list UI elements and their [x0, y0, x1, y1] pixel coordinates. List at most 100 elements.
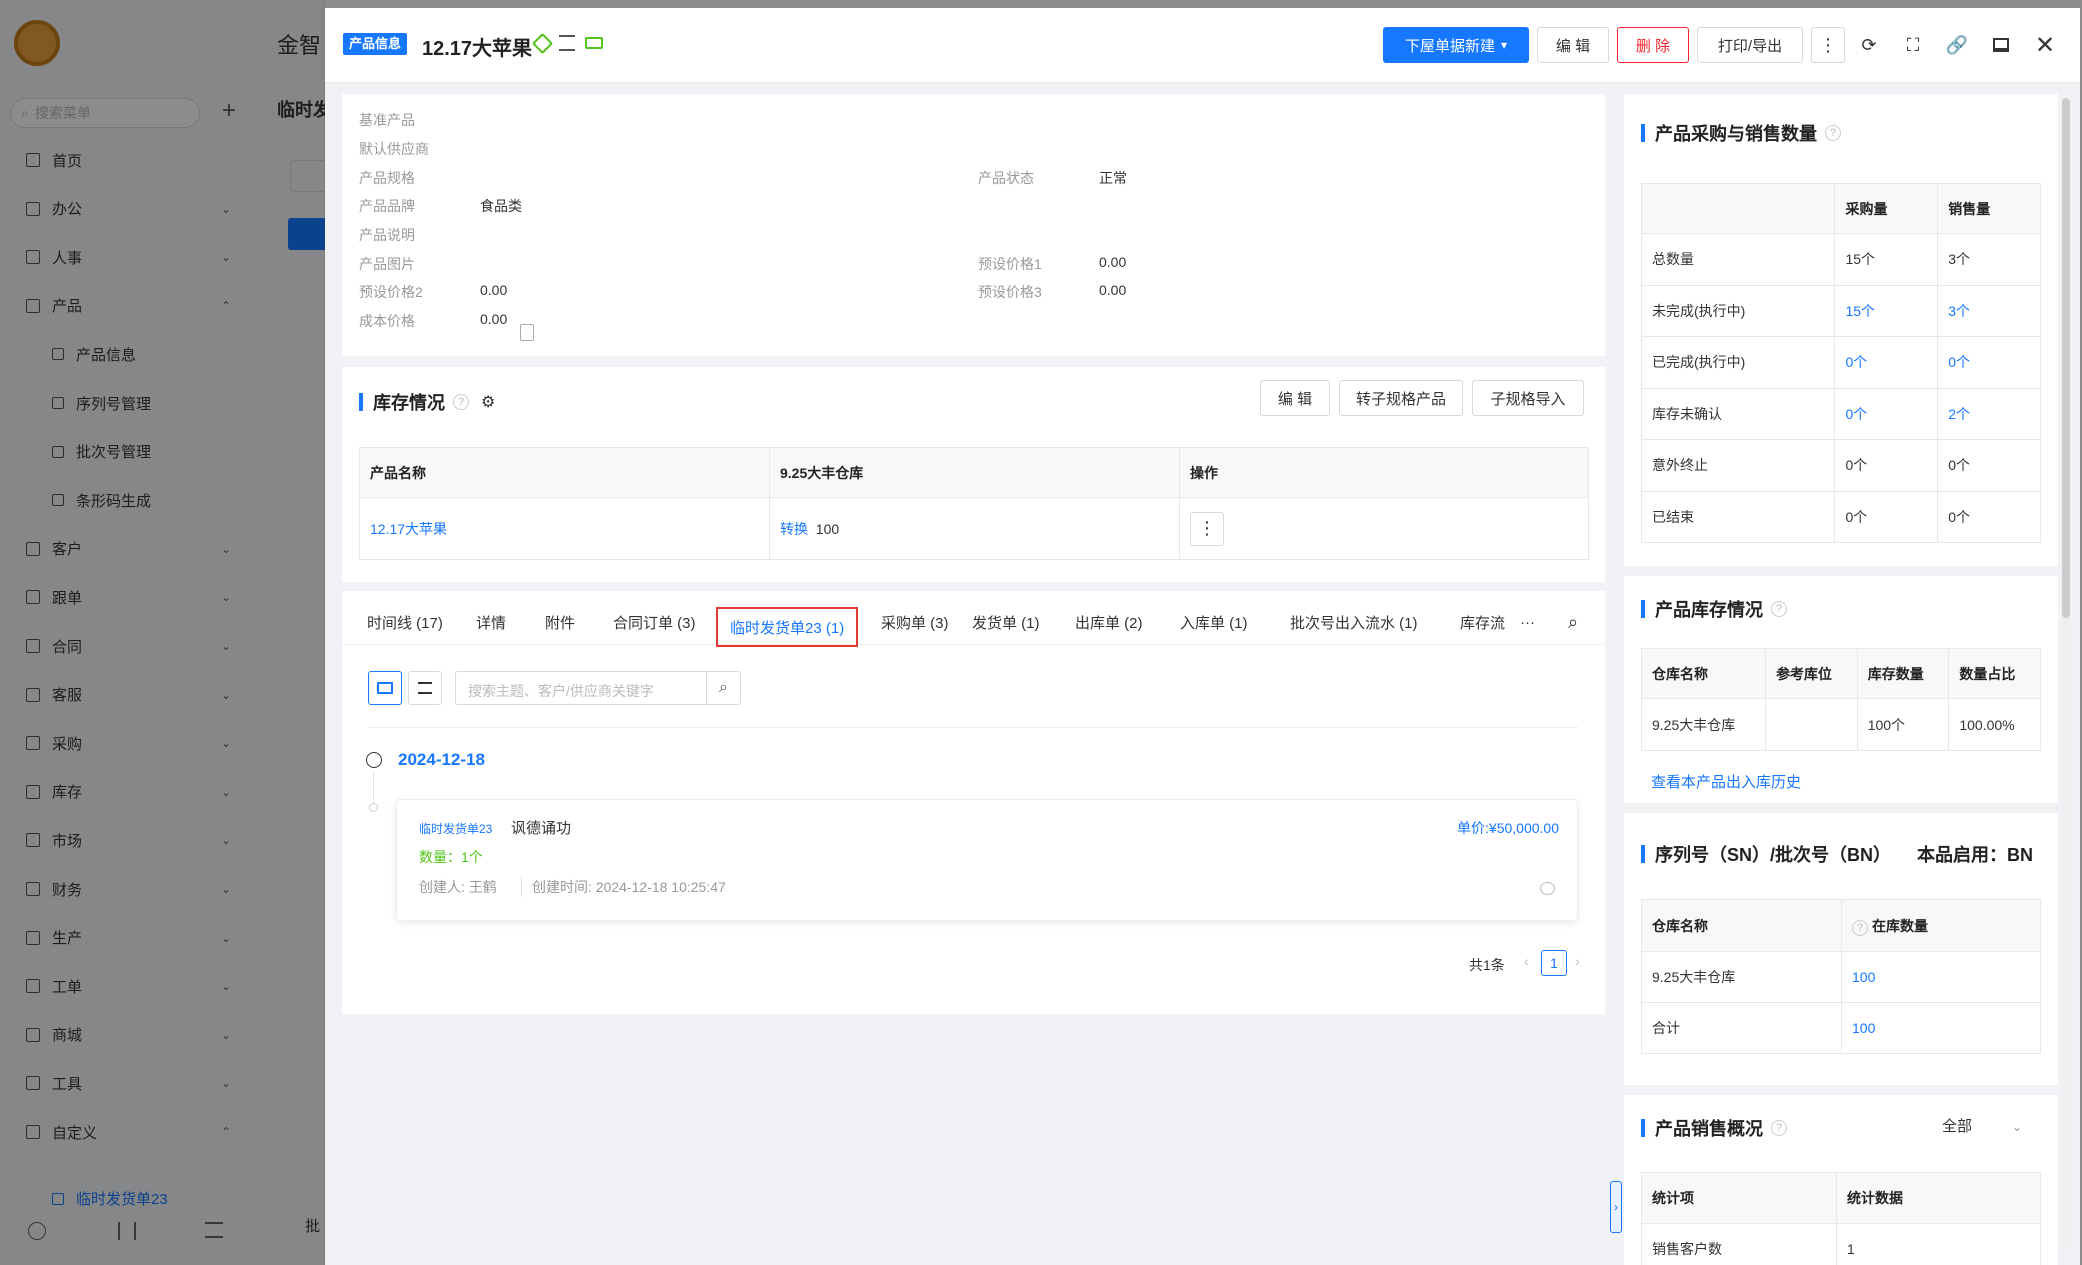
- fullscreen-icon[interactable]: ⛶: [1898, 30, 1928, 60]
- tab-item[interactable]: 采购单 (3): [881, 599, 949, 645]
- sales-filter-select[interactable]: 全部 ⌄: [1942, 1115, 2022, 1136]
- tab-item[interactable]: 详情: [476, 599, 506, 645]
- record-qty: 数量：1个: [419, 849, 483, 865]
- ps-sell-cell[interactable]: 3个: [1937, 284, 2041, 337]
- sales-cell-value: 1: [1836, 1223, 2041, 1265]
- scrollbar[interactable]: [2062, 98, 2070, 1248]
- list-icon[interactable]: [559, 35, 575, 51]
- ps-buy-cell[interactable]: 15个: [1834, 284, 1939, 337]
- row-more-button[interactable]: ⋮: [1190, 511, 1224, 546]
- stock-product-link[interactable]: 12.17大苹果: [359, 497, 770, 560]
- tab-item[interactable]: 合同订单 (3): [613, 599, 696, 645]
- next-page-icon[interactable]: ›: [1575, 953, 1580, 969]
- stock-col-action: 操作: [1179, 447, 1589, 498]
- search-icon[interactable]: ⌕: [1568, 599, 1578, 645]
- tab-active[interactable]: 临时发货单23 (1): [716, 607, 859, 647]
- ps-buy-cell: 0个: [1834, 490, 1939, 543]
- divider: [368, 727, 1578, 728]
- inv-cell-qty: 100个: [1856, 698, 1950, 751]
- ps-buy-cell[interactable]: 0个: [1834, 387, 1939, 440]
- help-icon[interactable]: ?: [1771, 601, 1787, 617]
- dock-icon[interactable]: [1986, 30, 2016, 60]
- inv-col-name: 仓库名称: [1640, 648, 1767, 699]
- page-number[interactable]: 1: [1541, 950, 1567, 976]
- info-label: 预设价格3: [978, 284, 1042, 300]
- ps-sell-cell[interactable]: 2个: [1937, 387, 2041, 440]
- stock-table: 产品名称 9.25大丰仓库 操作 12.17大苹果 转换 100 ⋮: [359, 447, 1589, 560]
- link-icon[interactable]: 🔗: [1942, 30, 1972, 60]
- tab-item[interactable]: 发货单 (1): [972, 599, 1040, 645]
- purchase-sales-card: 产品采购与销售数量? 采购量 销售量 总数量 15个 3个 未完成(执行中) 15个 3个 已完…: [1624, 94, 2058, 566]
- sub-spec-import-button[interactable]: 子规格导入: [1472, 380, 1584, 416]
- convert-link[interactable]: 转换: [780, 521, 808, 537]
- help-icon[interactable]: ?: [1825, 125, 1841, 141]
- purchase-sales-title: 产品采购与销售数量?: [1641, 120, 1841, 146]
- serial-cell-name: 合计: [1641, 1002, 1842, 1054]
- ps-row-label: 已完成(执行中): [1640, 336, 1836, 389]
- tab-item[interactable]: 时间线 (17): [367, 599, 443, 645]
- ps-sell-cell[interactable]: 0个: [1937, 336, 2041, 389]
- refresh-icon[interactable]: ⟳: [1854, 30, 1884, 60]
- edit-button[interactable]: 编 辑: [1537, 27, 1609, 63]
- collapse-handle[interactable]: ›: [1610, 1181, 1622, 1233]
- ps-col-2: 销售量: [1937, 183, 2041, 234]
- serial-card: 序列号（SN）/批次号（BN） 本品启用：BN 仓库名称 ? 在库数量 9.25大丰…: [1624, 813, 2058, 1085]
- record-title[interactable]: 讽德诵功: [511, 817, 571, 838]
- info-label: 成本价格: [359, 313, 415, 329]
- convert-sub-spec-button[interactable]: 转子规格产品: [1339, 380, 1463, 416]
- record-tag[interactable]: 临时发货单23: [419, 820, 492, 837]
- list-view-toggle[interactable]: [368, 671, 402, 705]
- print-export-button[interactable]: 打印/导出: [1697, 27, 1803, 63]
- comment-icon[interactable]: [1540, 882, 1555, 895]
- inv-col-qty: 库存数量: [1856, 648, 1950, 699]
- serial-title: 序列号（SN）/批次号（BN） 本品启用：BN: [1641, 841, 2033, 867]
- delete-button[interactable]: 删 除: [1617, 27, 1689, 63]
- stock-edit-button[interactable]: 编 辑: [1260, 380, 1330, 416]
- new-document-button[interactable]: 下屋单据新建 ▾: [1383, 27, 1529, 63]
- serial-cell-qty[interactable]: 100: [1841, 1002, 2041, 1054]
- page-title: 12.17大苹果: [422, 38, 533, 60]
- info-label: 预设价格1: [978, 256, 1042, 272]
- info-label: 基准产品: [359, 112, 415, 128]
- ps-row-label: 库存未确认: [1640, 387, 1836, 440]
- tab-bar: 时间线 (17) 详情 附件 合同订单 (3) 临时发货单23 (1) 采购单 (3) 发货…: [342, 599, 1605, 647]
- tabs-more-button[interactable]: ···: [1520, 599, 1535, 645]
- tab-item[interactable]: 附件: [545, 599, 575, 645]
- tab-item[interactable]: 库存流: [1460, 599, 1508, 645]
- cube-icon[interactable]: [531, 32, 554, 55]
- help-icon[interactable]: ?: [453, 394, 469, 410]
- ps-buy-cell[interactable]: 0个: [1834, 336, 1939, 389]
- history-link[interactable]: 查看本产品出入库历史: [1651, 771, 1801, 792]
- close-icon[interactable]: ✕: [2030, 30, 2060, 60]
- record-card[interactable]: 临时发货单23 讽德诵功 单价:¥50,000.00 数量：1个 创建人: 王鹤…: [396, 799, 1578, 921]
- ps-sell-cell: 0个: [1937, 439, 2041, 492]
- serial-enabled: 本品启用：BN: [1917, 845, 2034, 865]
- inv-cell-ratio: 100.00%: [1948, 698, 2041, 751]
- prev-page-icon[interactable]: ‹: [1524, 953, 1529, 969]
- settings-icon[interactable]: ⚙: [481, 392, 495, 412]
- tab-item[interactable]: 出库单 (2): [1075, 599, 1143, 645]
- record-created: 创建时间: 2024-12-18 10:25:47: [521, 877, 726, 897]
- inventory-card: 产品库存情况? 仓库名称 参考库位 库存数量 数量占比 9.25大丰仓库 100…: [1624, 576, 2058, 803]
- inv-cell-location: [1765, 698, 1858, 751]
- record-search-input[interactable]: 搜索主题、客户/供应商关键字 ⌕: [455, 671, 741, 705]
- table-view-toggle[interactable]: [408, 671, 442, 705]
- calculator-icon[interactable]: [520, 324, 534, 341]
- sales-col-item: 统计项: [1641, 1172, 1837, 1224]
- help-icon[interactable]: ?: [1852, 919, 1868, 936]
- scrollbar-thumb[interactable]: [2062, 98, 2070, 618]
- serial-cell-qty[interactable]: 100: [1841, 951, 2041, 1003]
- info-value: 0.00: [480, 282, 508, 298]
- new-document-label: 下屋单据新建: [1404, 37, 1495, 55]
- header-badge: 产品信息: [343, 33, 408, 55]
- tab-item[interactable]: 入库单 (1): [1180, 599, 1248, 645]
- more-button[interactable]: ⋮: [1811, 27, 1845, 63]
- info-label: 产品品牌: [359, 198, 415, 214]
- stock-col-name: 产品名称: [359, 447, 770, 498]
- help-icon[interactable]: ?: [1771, 1120, 1787, 1136]
- truck-icon[interactable]: [585, 37, 603, 49]
- search-icon[interactable]: ⌕: [706, 672, 740, 704]
- records-card: 时间线 (17) 详情 附件 合同订单 (3) 临时发货单23 (1) 采购单 (3) 发货…: [342, 591, 1605, 1014]
- tab-item[interactable]: 批次号出入流水 (1): [1290, 599, 1418, 645]
- info-label: 产品规格: [359, 170, 415, 186]
